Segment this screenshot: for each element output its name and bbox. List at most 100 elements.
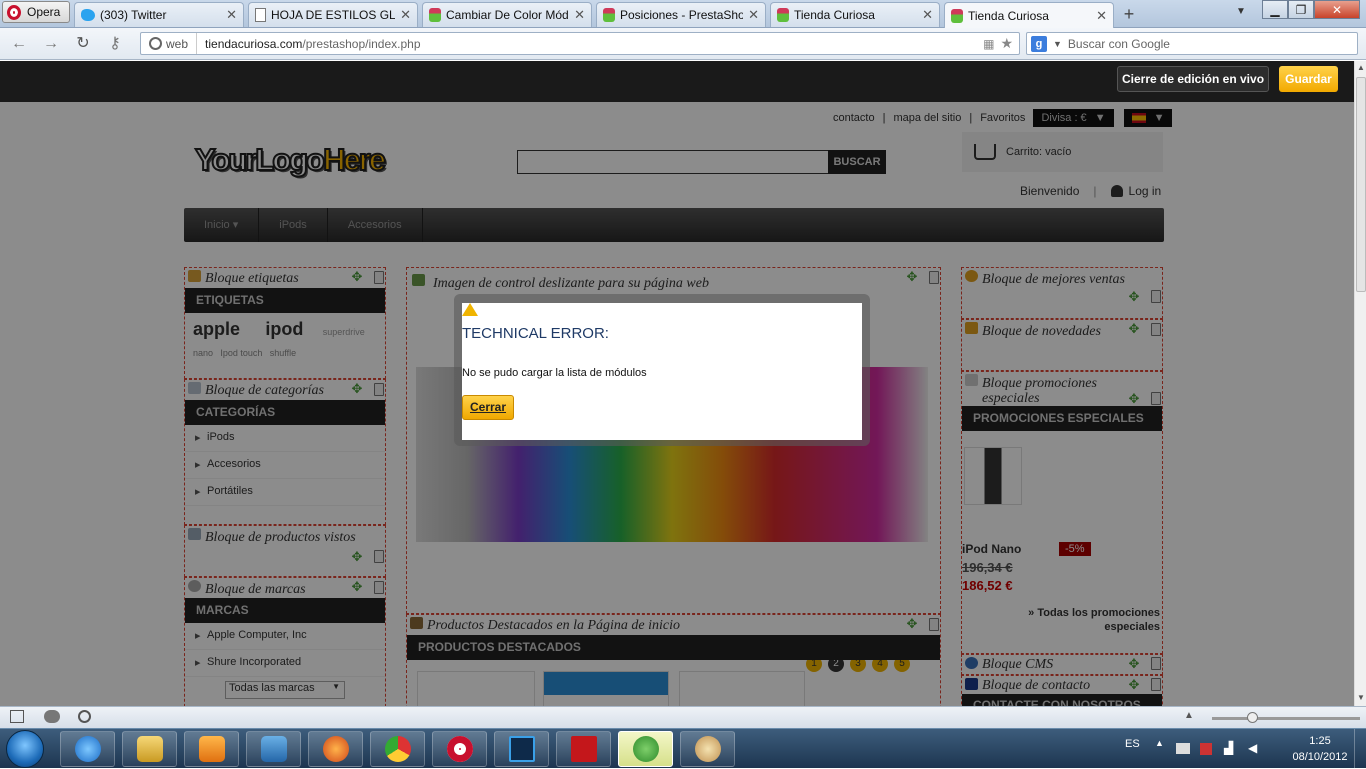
prestashop-favicon-icon bbox=[777, 8, 789, 22]
tab-title: Tienda Curiosa bbox=[968, 8, 1049, 23]
site-badge[interactable]: web bbox=[141, 33, 198, 54]
taskbar-firefox[interactable] bbox=[308, 731, 363, 767]
zoom-slider[interactable] bbox=[1212, 717, 1360, 720]
taskbar-opera[interactable] bbox=[432, 731, 487, 767]
reload-icon[interactable]: ↻ bbox=[72, 33, 94, 55]
rss-icon[interactable]: ▦ bbox=[983, 37, 994, 51]
close-tab-icon[interactable]: ✕ bbox=[226, 7, 237, 23]
document-favicon-icon bbox=[255, 8, 266, 22]
url-path: /prestashop/index.php bbox=[302, 36, 421, 51]
zoom-slider-handle[interactable] bbox=[1247, 712, 1258, 723]
chrome-icon bbox=[384, 736, 411, 762]
filezilla-icon bbox=[570, 736, 597, 762]
tab-title: HOJA DE ESTILOS GLO... bbox=[271, 8, 396, 22]
close-live-edit-button[interactable]: Cierre de edición en vivo bbox=[1117, 66, 1269, 92]
opera-logo-icon bbox=[7, 4, 21, 20]
tray-app-icon[interactable] bbox=[1176, 743, 1190, 754]
bookmark-star-icon[interactable]: ★ bbox=[1000, 35, 1013, 52]
tab-hoja-estilos[interactable]: HOJA DE ESTILOS GLO... ✕ bbox=[248, 2, 418, 27]
address-toolbar: ← → ↻ ⚷ web tiendacuriosa.com/prestashop… bbox=[0, 28, 1366, 60]
close-window-icon[interactable]: ✕ bbox=[1314, 0, 1360, 19]
tab-list-chevron-icon[interactable]: ▼ bbox=[1236, 6, 1246, 17]
tray-expand-icon[interactable]: ▲ bbox=[1155, 738, 1164, 748]
prestashop-favicon-icon bbox=[603, 8, 615, 22]
messenger-icon bbox=[632, 736, 659, 762]
error-message: No se pudo cargar la lista de módulos bbox=[462, 367, 647, 379]
page-scrollbar[interactable]: ▲ ▼ bbox=[1354, 61, 1366, 706]
tab-cambiar-color[interactable]: Cambiar De Color Mód... ✕ bbox=[422, 2, 592, 27]
scrollbar-thumb[interactable] bbox=[1356, 77, 1366, 292]
url-field[interactable]: web tiendacuriosa.com/prestashop/index.p… bbox=[140, 32, 1020, 55]
folder-icon bbox=[136, 736, 163, 762]
tab-title: Tienda Curiosa bbox=[794, 8, 875, 22]
close-tab-icon[interactable]: ✕ bbox=[1096, 8, 1107, 24]
tab-tienda-curiosa[interactable]: Tienda Curiosa ✕ bbox=[770, 2, 940, 27]
tab-posiciones[interactable]: Posiciones - PrestaSho... ✕ bbox=[596, 2, 766, 27]
clock[interactable]: 1:25 08/10/2012 bbox=[1290, 733, 1350, 765]
taskbar-ie[interactable] bbox=[60, 731, 115, 767]
taskbar-messenger[interactable] bbox=[618, 731, 673, 767]
close-tab-icon[interactable]: ✕ bbox=[574, 7, 585, 23]
show-desktop-button[interactable] bbox=[1354, 729, 1366, 769]
taskbar-paint[interactable] bbox=[680, 731, 735, 767]
scroll-down-icon[interactable]: ▼ bbox=[1357, 693, 1365, 702]
close-tab-icon[interactable]: ✕ bbox=[748, 7, 759, 23]
search-engine-dropdown-icon[interactable]: ▼ bbox=[1053, 39, 1062, 49]
search-field[interactable]: g ▼ Buscar con Google bbox=[1026, 32, 1358, 55]
google-icon[interactable]: g bbox=[1031, 35, 1047, 52]
new-tab-icon[interactable]: + bbox=[1116, 4, 1142, 24]
minimize-icon[interactable]: ▁ bbox=[1262, 0, 1288, 19]
close-dialog-button[interactable]: Cerrar bbox=[462, 395, 514, 420]
tab-tienda-curiosa-active[interactable]: Tienda Curiosa ✕ bbox=[944, 2, 1114, 28]
opera-unite-icon[interactable] bbox=[44, 710, 60, 723]
forward-arrow-icon[interactable]: → bbox=[40, 33, 62, 55]
globe-icon bbox=[149, 37, 162, 50]
taskbar-media-player[interactable] bbox=[184, 731, 239, 767]
network-icon[interactable]: ▟ bbox=[1224, 741, 1233, 755]
bird-icon bbox=[260, 736, 287, 762]
error-title: TECHNICAL ERROR: bbox=[462, 325, 609, 342]
photoshop-icon bbox=[508, 736, 535, 762]
live-edit-bar: Cierre de edición en vivo Guardar bbox=[0, 61, 1354, 102]
search-placeholder: Buscar con Google bbox=[1067, 36, 1170, 51]
web-badge-label: web bbox=[166, 36, 189, 51]
taskbar-bird-app[interactable] bbox=[246, 731, 301, 767]
taskbar-photoshop[interactable] bbox=[494, 731, 549, 767]
language-indicator[interactable]: ES bbox=[1125, 738, 1140, 750]
prestashop-favicon-icon bbox=[429, 8, 441, 22]
tab-twitter[interactable]: (303) Twitter ✕ bbox=[74, 2, 244, 27]
clock-time: 1:25 bbox=[1309, 735, 1331, 747]
taskbar-chrome[interactable] bbox=[370, 731, 425, 767]
scroll-up-icon[interactable]: ▲ bbox=[1357, 63, 1365, 72]
paint-palette-icon bbox=[694, 736, 721, 762]
close-tab-icon[interactable]: ✕ bbox=[400, 7, 411, 23]
windows-taskbar: ES ▲ ▟ ◀ 1:25 08/10/2012 bbox=[0, 728, 1366, 769]
maximize-icon[interactable]: ❐ bbox=[1288, 0, 1314, 19]
opera-label: Opera bbox=[27, 5, 61, 19]
start-button[interactable] bbox=[6, 730, 44, 768]
save-button[interactable]: Guardar bbox=[1279, 66, 1338, 92]
url-domain: tiendacuriosa.com bbox=[205, 36, 303, 51]
twitter-favicon-icon bbox=[81, 9, 95, 21]
tab-title: Cambiar De Color Mód... bbox=[446, 8, 570, 22]
panel-toggle-icon[interactable] bbox=[10, 710, 24, 723]
browser-status-bar: ▲ bbox=[0, 706, 1366, 728]
view-icon[interactable]: ▲ bbox=[1184, 710, 1194, 721]
volume-icon[interactable]: ◀ bbox=[1248, 741, 1257, 755]
key-icon[interactable]: ⚷ bbox=[104, 33, 126, 55]
tab-title: (303) Twitter bbox=[100, 8, 167, 22]
opera-menu-button[interactable]: Opera bbox=[2, 1, 70, 23]
ie-icon bbox=[74, 736, 101, 762]
tab-title: Posiciones - PrestaSho... bbox=[620, 8, 744, 22]
taskbar-explorer[interactable] bbox=[122, 731, 177, 767]
url-text[interactable]: tiendacuriosa.com/prestashop/index.php bbox=[197, 37, 420, 51]
back-arrow-icon[interactable]: ← bbox=[8, 33, 30, 55]
warning-icon bbox=[462, 303, 478, 316]
turbo-icon[interactable] bbox=[78, 710, 91, 723]
opera-icon bbox=[446, 736, 473, 762]
error-dialog: TECHNICAL ERROR: No se pudo cargar la li… bbox=[462, 303, 862, 440]
prestashop-favicon-icon bbox=[951, 8, 963, 23]
close-tab-icon[interactable]: ✕ bbox=[922, 7, 933, 23]
taskbar-filezilla[interactable] bbox=[556, 731, 611, 767]
tray-flag-icon[interactable] bbox=[1200, 743, 1212, 755]
